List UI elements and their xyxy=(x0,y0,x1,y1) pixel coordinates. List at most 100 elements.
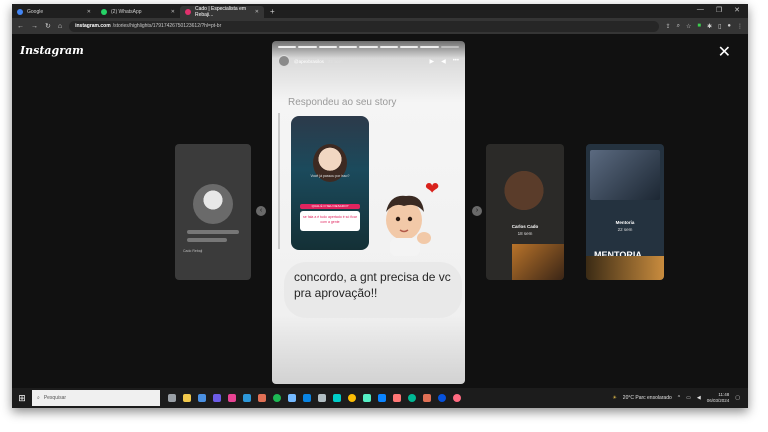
more-icon[interactable]: ••• xyxy=(453,58,459,65)
tab-whatsapp[interactable]: (2) WhatsApp ✕ xyxy=(96,6,180,18)
profile-icon[interactable]: ● xyxy=(727,23,731,30)
forward-icon[interactable]: → xyxy=(31,23,38,30)
previous-arrow-icon[interactable]: ‹ xyxy=(256,206,266,216)
app-icon[interactable] xyxy=(378,394,386,402)
url-field[interactable]: instagram.com /stories/highlights/179174… xyxy=(69,20,659,32)
app-icon[interactable] xyxy=(258,394,266,402)
app-icon[interactable] xyxy=(453,394,461,402)
taskbar: ⊞ ⌕ Pesquisar ☀ 20°C Parc ensolarado ^ ▭… xyxy=(12,388,748,408)
clock[interactable]: 11:48 06/03/2024 xyxy=(707,392,730,404)
story-time: 22 sem xyxy=(327,58,343,64)
close-icon[interactable]: ✕ xyxy=(718,42,731,62)
menu-icon[interactable]: ⋮ xyxy=(737,23,743,30)
app-icon[interactable] xyxy=(438,394,446,402)
home-icon[interactable]: ⌂ xyxy=(58,23,62,30)
story-header: @apexbrasilos 22 sem ▶ ◀︎ ••• xyxy=(278,53,459,69)
app-icon[interactable] xyxy=(333,394,341,402)
zoom-icon[interactable]: ⌕ xyxy=(677,23,680,30)
sidepanel-icon[interactable]: ▯ xyxy=(718,23,721,30)
url-host: instagram.com xyxy=(75,23,111,29)
windows-start-icon[interactable]: ⊞ xyxy=(12,388,32,408)
network-icon[interactable]: ▭ xyxy=(686,395,691,401)
tab-label: Cado | Especialista em Rebaji... xyxy=(195,6,247,18)
close-tab-icon[interactable]: ✕ xyxy=(87,9,91,15)
previous-story-preview[interactable]: Cado Rebaji xyxy=(175,144,251,280)
whatsapp-icon xyxy=(101,9,107,15)
app-icon[interactable] xyxy=(243,394,251,402)
back-icon[interactable]: ← xyxy=(17,23,24,30)
app-icon[interactable] xyxy=(393,394,401,402)
app-icon[interactable] xyxy=(228,394,236,402)
mini-question-sticker: QUAL É O SEU DESAFIO? xyxy=(300,204,360,209)
weather-icon: ☀ xyxy=(612,395,617,401)
app-icon[interactable] xyxy=(408,394,416,402)
story-username[interactable]: @apexbrasilos xyxy=(294,59,324,64)
next-story-preview[interactable]: Mentoria 22 sem MENTORIA xyxy=(586,144,664,280)
story-caption: Cado Rebaji xyxy=(183,249,203,253)
story-time: 22 sem xyxy=(617,227,633,232)
app-icon[interactable] xyxy=(318,394,326,402)
extensions-icon[interactable]: ✱ xyxy=(707,23,712,30)
story-image xyxy=(586,256,664,280)
tray-arrow-icon[interactable]: ^ xyxy=(678,395,680,401)
clock-date: 06/03/2024 xyxy=(706,398,730,403)
search-placeholder: Pesquisar xyxy=(43,395,67,401)
store-icon[interactable] xyxy=(213,394,221,402)
tab-instagram[interactable]: Cado | Especialista em Rebaji... ✕ xyxy=(180,6,264,18)
extension-icon[interactable]: ■ xyxy=(697,23,701,30)
address-bar: ← → ↻ ⌂ instagram.com /stories/highlight… xyxy=(12,18,748,34)
search-icon: ⌕ xyxy=(37,395,40,401)
mail-icon[interactable] xyxy=(198,394,206,402)
story-progress-bar xyxy=(278,46,459,48)
app-icon[interactable] xyxy=(363,394,371,402)
story-name: Mentoria xyxy=(615,220,635,225)
mini-answer-box: se fala a é tudo apertado é só ficar com… xyxy=(300,211,360,231)
close-window-icon[interactable]: ✕ xyxy=(734,6,740,14)
tab-label: Google xyxy=(27,9,44,15)
story-image xyxy=(502,168,546,218)
explorer-icon[interactable] xyxy=(183,394,191,402)
spotify-icon[interactable] xyxy=(273,394,281,402)
story-image xyxy=(193,184,233,224)
taskbar-apps xyxy=(168,394,461,402)
reload-icon[interactable]: ↻ xyxy=(45,22,51,30)
minimize-icon[interactable]: — xyxy=(697,6,704,14)
chrome-icon[interactable] xyxy=(348,394,356,402)
instagram-logo[interactable]: Instagram xyxy=(20,44,84,57)
mini-caption: Você já passou por isso? xyxy=(310,174,350,178)
story-image xyxy=(590,150,660,200)
new-tab-icon[interactable]: + xyxy=(270,7,275,16)
close-tab-icon[interactable]: ✕ xyxy=(171,9,175,15)
avatar[interactable] xyxy=(278,55,290,67)
system-tray: ☀ 20°C Parc ensolarado ^ ▭ ◀︎ 11:48 06/0… xyxy=(612,392,748,404)
app-icon[interactable] xyxy=(423,394,431,402)
next-arrow-icon[interactable]: › xyxy=(472,206,482,216)
volume-icon[interactable]: ◀︎ xyxy=(697,395,701,401)
app-icon[interactable] xyxy=(303,394,311,402)
heart-icon: ❤ xyxy=(425,179,440,198)
close-tab-icon[interactable]: ✕ xyxy=(255,9,259,15)
story-image xyxy=(512,244,564,280)
weather-text[interactable]: 20°C Parc ensolarado xyxy=(623,395,672,401)
share-icon[interactable]: ⇪ xyxy=(666,23,671,30)
replied-story-thumbnail[interactable]: Você já passou por isso? QUAL É O SEU DE… xyxy=(291,116,369,250)
story-time: 18 sem xyxy=(517,231,533,236)
url-path: /stories/highlights/17917426750123612/?h… xyxy=(112,23,222,29)
mini-button-label: QUAL É O SEU DESAFIO? xyxy=(311,204,349,208)
tab-google[interactable]: Google ✕ xyxy=(12,6,96,18)
notifications-icon[interactable]: ▢ xyxy=(735,395,740,401)
app-icon[interactable] xyxy=(288,394,296,402)
screen: Google ✕ (2) WhatsApp ✕ Cado | Especiali… xyxy=(12,4,748,408)
bookmark-icon[interactable]: ☆ xyxy=(686,23,691,30)
story-viewer: Instagram ✕ Cado Rebaji ‹ @apexbrasilos … xyxy=(12,34,748,388)
maximize-icon[interactable]: ❐ xyxy=(716,6,722,14)
next-story-preview[interactable]: Carlos Cado 18 sem xyxy=(486,144,564,280)
volume-icon[interactable]: ◀︎ xyxy=(441,58,446,65)
play-icon[interactable]: ▶ xyxy=(429,58,434,65)
reply-quote-bar xyxy=(278,113,280,249)
current-story[interactable]: @apexbrasilos 22 sem ▶ ◀︎ ••• Respondeu … xyxy=(272,41,465,384)
extensions: ⇪ ⌕ ☆ ■ ✱ ▯ ● ⋮ xyxy=(666,23,743,30)
taskbar-search[interactable]: ⌕ Pesquisar xyxy=(32,390,160,406)
task-view-icon[interactable] xyxy=(168,394,176,402)
story-controls: ▶ ◀︎ ••• xyxy=(429,58,459,65)
